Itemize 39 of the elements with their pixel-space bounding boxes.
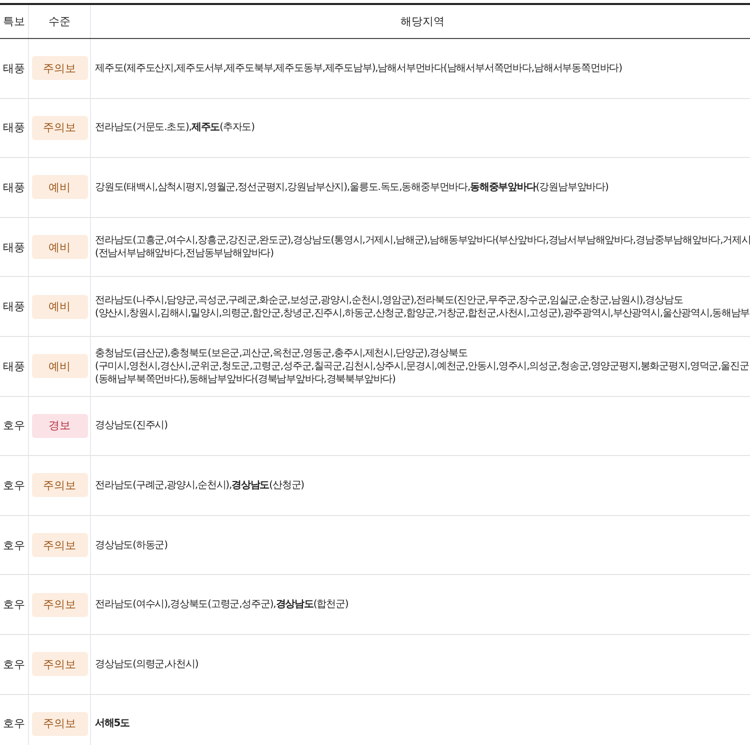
region-text: 전라남도(구례군,광양시,순천시),경상남도(산청군) [95,478,304,492]
region-text: 경상남도(하동군) [95,538,168,552]
warning-type: 태풍 [3,358,25,374]
region-text: 제주도(제주도산지,제주도서부,제주도북부,제주도동부,제주도남부),남해서부먼바다(남해서부서쪽먼바다,남해서부동쪽먼바다) [95,62,622,75]
warning-type: 태풍 [3,240,25,255]
warning-type: 호우 [3,478,25,493]
level-badge: 예비 [32,354,88,378]
region-text: 서해5도 [95,717,130,730]
region-text: 전라남도(나주시,담양군,곡성군,구례군,화순군,보성군,광양시,순천시,영암군),전라북도(진안군,무주군,장수군,임실군,순창군,남원시),경상남도 (양산시,창원시,김해시,밀양시,의령군,함안군,창녕군,진주시,하동군,산청군,함양군,거창군,합천군,사천시,고성군),광주광역시,부산광역시,울산광역시,동해남부 [95,294,750,320]
level-badge: 주의보 [32,652,88,676]
column-header: 수준 [48,14,70,29]
level-badge: 주의보 [32,592,88,617]
level-badge: 예비 [32,175,88,200]
level-badge: 주의보 [32,56,88,80]
level-badge: 주의보 [32,473,88,498]
region-text: 경상남도(의령군,사천시) [95,658,198,671]
region-text: 전라남도(거문도.초도),제주도(추자도) [95,121,254,134]
warning-type: 호우 [3,597,25,612]
region-text: 충청남도(금산군),충청북도(보은군,괴산군,옥천군,영동군,충주시,제천시,단양군),경상북도 (구미시,영천시,경산시,군위군,청도군,고령군,성주군,칠곡군,김천시,상주시,문경시,예천군,안동시,영주시,의성군,청송군,영양군평지,봉화군평지,영덕군,울진군 (동해남부북쪽먼바다),동해남부앞바다(경북남부앞바다,경북북부앞바다) [95,346,749,386]
level-badge: 주의보 [32,712,88,736]
warning-type: 호우 [3,538,25,553]
level-badge: 주의보 [32,116,88,140]
warning-type: 호우 [3,716,25,732]
warning-type: 태풍 [3,180,25,195]
warning-type: 태풍 [3,60,25,76]
warning-type: 태풍 [3,299,25,314]
column-header: 특보 [3,14,25,29]
level-badge: 경보 [32,414,88,438]
level-badge: 예비 [32,294,88,319]
region-text: 경상남도(진주시) [95,419,168,432]
warning-type: 호우 [3,418,25,434]
warning-type: 호우 [3,656,25,672]
warning-type: 태풍 [3,120,25,136]
level-badge: 예비 [32,235,88,260]
region-text: 강원도(태백시,삼척시평지,영월군,정선군평지,강원남부산지),울릉도.독도,동해중부먼바다,동해중부앞바다(강원남부앞바다) [95,180,608,194]
column-header: 해당지역 [400,14,444,29]
level-badge: 주의보 [32,533,88,558]
region-text: 전라남도(고흥군,여수시,장흥군,강진군,완도군),경상남도(통영시,거제시,남해군),남해동부앞바다(부산앞바다,경남서부남해앞바다,경남중부남해앞바다,거제시 (전남서부남해앞바다,전남동부남해앞바다) [95,234,750,260]
region-text: 전라남도(여수시),경상북도(고령군,성주군),경상남도(합천군) [95,598,348,612]
